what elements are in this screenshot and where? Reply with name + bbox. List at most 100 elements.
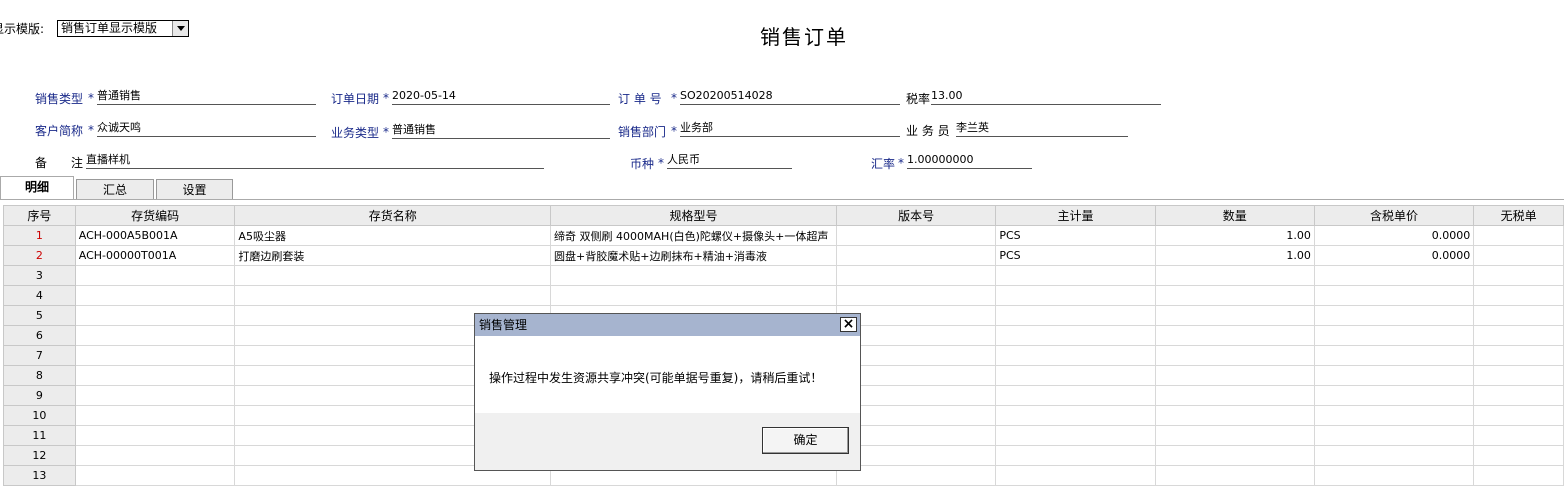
currency-field[interactable]: 人民币	[667, 152, 792, 169]
cell[interactable]	[74, 425, 236, 446]
cell[interactable]	[1313, 425, 1475, 446]
cell[interactable]	[1154, 445, 1315, 466]
close-icon[interactable]: ×	[840, 317, 857, 332]
cell[interactable]	[74, 405, 236, 426]
dept-field[interactable]: 业务部	[680, 120, 900, 137]
col-header-no[interactable]: 序号	[3, 205, 76, 226]
sale-type-field[interactable]: 普通销售	[97, 88, 316, 105]
col-header-price[interactable]: 含税单价	[1313, 205, 1475, 226]
cell-qty[interactable]: 1.00	[1154, 245, 1315, 266]
tax-rate-field[interactable]: 13.00	[931, 88, 1161, 105]
cell[interactable]	[1473, 305, 1564, 326]
cell[interactable]	[74, 385, 236, 406]
cell[interactable]	[1154, 405, 1315, 426]
cell[interactable]	[74, 365, 236, 386]
cell[interactable]	[995, 425, 1156, 446]
remark-field[interactable]: 直播样机	[86, 152, 544, 169]
tab-summary[interactable]: 汇总	[76, 179, 154, 199]
table-row[interactable]: 1 ACH-000A5B001A A5吸尘器 缔奇 双侧刷 4000MAH(白色…	[3, 225, 1564, 246]
dialog-titlebar[interactable]: 销售管理 ×	[475, 314, 860, 336]
cell-version[interactable]	[836, 225, 997, 246]
tab-detail[interactable]: 明细	[0, 176, 74, 200]
cell[interactable]	[234, 265, 552, 286]
cell[interactable]	[1313, 445, 1475, 466]
cell[interactable]	[995, 285, 1156, 306]
cell[interactable]	[550, 285, 838, 306]
chevron-down-icon[interactable]	[172, 21, 188, 36]
cell[interactable]	[74, 445, 236, 466]
cell[interactable]	[1313, 325, 1475, 346]
cell[interactable]	[1313, 385, 1475, 406]
cell[interactable]	[836, 265, 997, 286]
cell[interactable]	[1313, 265, 1475, 286]
cell[interactable]	[550, 265, 838, 286]
table-row[interactable]: 2 ACH-00000T001A 打磨边刷套装 圆盘+背胶魔术贴+边刷抹布+精油…	[3, 245, 1564, 266]
cell[interactable]	[1154, 285, 1315, 306]
cell[interactable]	[1473, 445, 1564, 466]
cell[interactable]	[1313, 365, 1475, 386]
cell[interactable]	[234, 285, 552, 306]
tab-settings[interactable]: 设置	[156, 179, 233, 199]
cell[interactable]	[995, 305, 1156, 326]
cell-qty[interactable]: 1.00	[1154, 225, 1315, 246]
col-header-notax-price[interactable]: 无税单	[1473, 205, 1564, 226]
cell[interactable]	[74, 325, 236, 346]
cell[interactable]	[74, 285, 236, 306]
cell-name[interactable]: 打磨边刷套装	[234, 245, 552, 266]
cell-price[interactable]: 0.0000	[1313, 225, 1475, 246]
cell[interactable]	[836, 285, 997, 306]
cell-price[interactable]: 0.0000	[1313, 245, 1475, 266]
cell-code[interactable]: ACH-000A5B001A	[74, 225, 236, 246]
cell-notax-price[interactable]	[1473, 245, 1564, 266]
cell-notax-price[interactable]	[1473, 225, 1564, 246]
cell-code[interactable]: ACH-00000T001A	[74, 245, 236, 266]
cell[interactable]	[1313, 345, 1475, 366]
cell[interactable]	[74, 305, 236, 326]
cell[interactable]	[74, 265, 236, 286]
cell-version[interactable]	[836, 245, 997, 266]
cell[interactable]	[1154, 305, 1315, 326]
col-header-name[interactable]: 存货名称	[234, 205, 552, 226]
cell[interactable]	[1154, 365, 1315, 386]
cell-unit[interactable]: PCS	[995, 225, 1156, 246]
biz-type-field[interactable]: 普通销售	[392, 122, 610, 139]
cell[interactable]	[1473, 365, 1564, 386]
col-header-version[interactable]: 版本号	[836, 205, 997, 226]
order-date-field[interactable]: 2020-05-14	[392, 88, 610, 105]
cell[interactable]	[1154, 265, 1315, 286]
ok-button[interactable]: 确定	[762, 427, 849, 454]
cell[interactable]	[1154, 425, 1315, 446]
cell-spec[interactable]: 缔奇 双侧刷 4000MAH(白色)陀螺仪+摄像头+一体超声	[550, 225, 838, 246]
cell[interactable]	[1473, 345, 1564, 366]
cell-spec[interactable]: 圆盘+背胶魔术贴+边刷抹布+精油+消毒液	[550, 245, 838, 266]
cell-name[interactable]: A5吸尘器	[234, 225, 552, 246]
customer-field[interactable]: 众诚天鸣	[97, 120, 316, 137]
cell[interactable]	[1154, 385, 1315, 406]
cell[interactable]	[1154, 325, 1315, 346]
table-row[interactable]: 3	[3, 265, 1564, 286]
exchange-field[interactable]: 1.00000000	[907, 152, 1032, 169]
template-select[interactable]: 销售订单显示模版	[57, 20, 189, 37]
col-header-qty[interactable]: 数量	[1154, 205, 1315, 226]
cell[interactable]	[1154, 345, 1315, 366]
col-header-unit[interactable]: 主计量	[995, 205, 1156, 226]
cell-unit[interactable]: PCS	[995, 245, 1156, 266]
cell[interactable]	[1473, 265, 1564, 286]
cell[interactable]	[1473, 425, 1564, 446]
cell[interactable]	[74, 345, 236, 366]
cell[interactable]	[995, 325, 1156, 346]
cell[interactable]	[1473, 285, 1564, 306]
cell[interactable]	[1473, 385, 1564, 406]
cell[interactable]	[995, 385, 1156, 406]
col-header-spec[interactable]: 规格型号	[550, 205, 838, 226]
cell[interactable]	[1313, 405, 1475, 426]
table-row[interactable]: 4	[3, 285, 1564, 306]
cell[interactable]	[995, 365, 1156, 386]
cell[interactable]	[1313, 285, 1475, 306]
order-no-field[interactable]: SO20200514028	[680, 88, 900, 105]
cell[interactable]	[1473, 405, 1564, 426]
cell[interactable]	[995, 445, 1156, 466]
col-header-code[interactable]: 存货编码	[74, 205, 236, 226]
cell[interactable]	[1313, 305, 1475, 326]
cell[interactable]	[1473, 325, 1564, 346]
